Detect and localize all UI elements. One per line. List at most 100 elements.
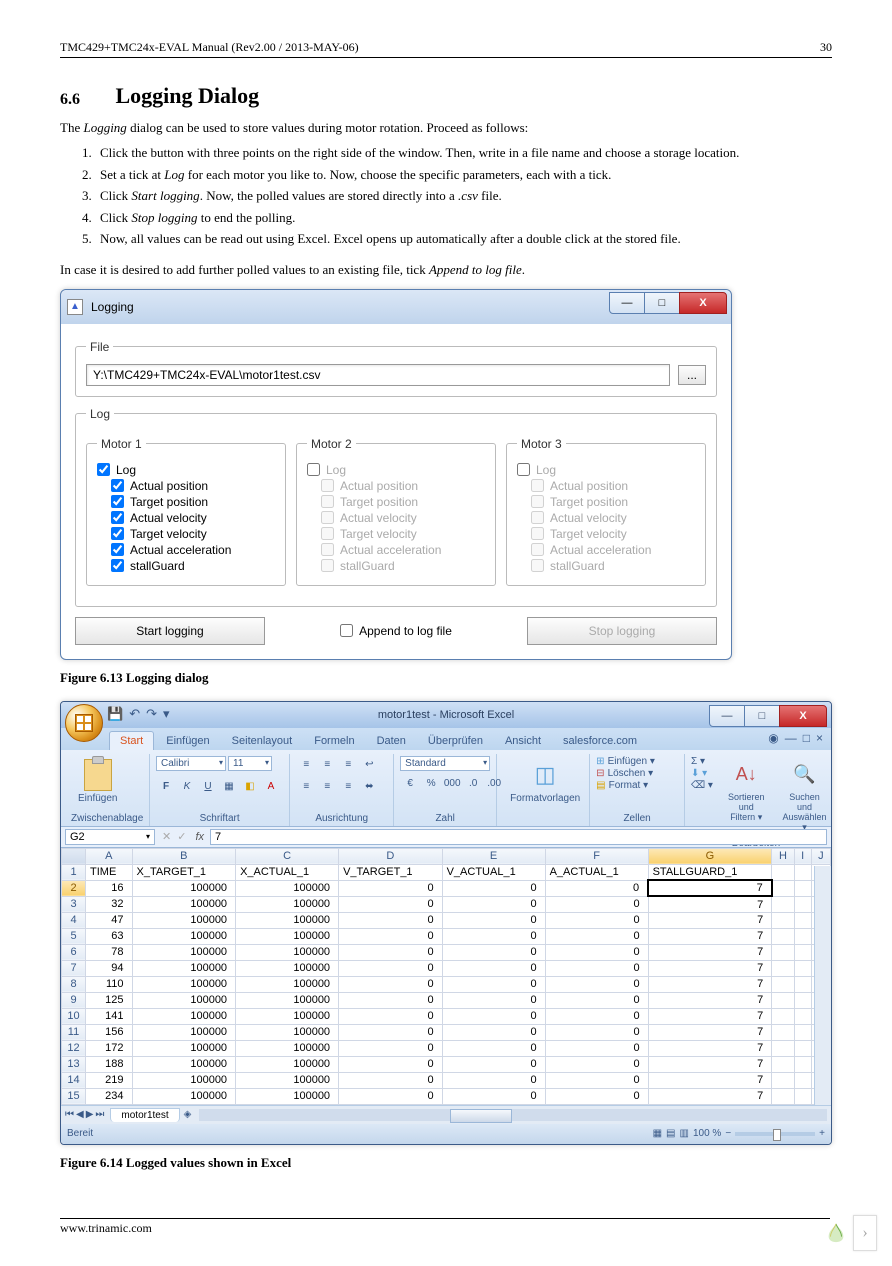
zoom-slider[interactable] [735, 1132, 815, 1136]
align-center-button[interactable]: ≡ [317, 778, 337, 796]
cell[interactable]: 100000 [132, 976, 236, 992]
cell[interactable]: 47 [86, 912, 133, 928]
cell[interactable]: 100000 [132, 1024, 236, 1040]
cell[interactable]: 100000 [236, 1008, 339, 1024]
sheet-nav-last-icon[interactable]: ⏭ [95, 1109, 104, 1120]
cell[interactable]: X_TARGET_1 [132, 864, 236, 880]
cell[interactable] [794, 880, 811, 896]
row-header[interactable]: 13 [62, 1056, 86, 1072]
col-header[interactable]: A [86, 848, 133, 864]
row-header[interactable]: 8 [62, 976, 86, 992]
col-header[interactable]: F [545, 848, 648, 864]
cell[interactable]: 188 [86, 1056, 133, 1072]
sheet-tab[interactable]: motor1test [110, 1108, 179, 1122]
col-header[interactable]: C [236, 848, 339, 864]
bold-button[interactable]: F [156, 778, 176, 796]
cell[interactable] [794, 928, 811, 944]
vertical-scrollbar[interactable] [814, 866, 831, 1105]
cell[interactable]: 0 [545, 1056, 648, 1072]
row-header[interactable]: 9 [62, 992, 86, 1008]
cell[interactable]: 0 [339, 960, 443, 976]
motor-1-param-checkbox[interactable]: Target velocity [111, 527, 275, 541]
cell[interactable]: 0 [339, 1072, 443, 1088]
maximize-button[interactable]: □ [644, 292, 680, 314]
cell[interactable]: 0 [442, 1056, 545, 1072]
fill-button[interactable]: ⬇ ▾ [691, 768, 713, 779]
zoom-level[interactable]: 100 % [693, 1128, 721, 1139]
border-button[interactable]: ▦ [219, 778, 239, 796]
cell[interactable]: 0 [545, 1008, 648, 1024]
redo-icon[interactable]: ↷ [146, 706, 157, 722]
cell[interactable] [794, 992, 811, 1008]
start-logging-button[interactable]: Start logging [75, 617, 265, 645]
cell[interactable]: 100000 [132, 896, 236, 912]
cell[interactable]: 0 [545, 896, 648, 912]
cell[interactable]: 0 [339, 1008, 443, 1024]
cell[interactable] [772, 1040, 794, 1056]
cell[interactable]: 0 [339, 1040, 443, 1056]
cell[interactable]: 156 [86, 1024, 133, 1040]
cell[interactable] [772, 1072, 794, 1088]
font-color-button[interactable]: A [261, 778, 281, 796]
cell[interactable]: TIME [86, 864, 133, 880]
motor-1-param-checkbox[interactable]: stallGuard [111, 559, 275, 573]
cell[interactable]: 0 [545, 880, 648, 896]
cell[interactable]: 7 [648, 1008, 772, 1024]
cell[interactable] [772, 896, 794, 912]
file-path-input[interactable]: Y:\TMC429+TMC24x-EVAL\motor1test.csv [86, 364, 670, 386]
view-normal-icon[interactable]: ▦ [653, 1128, 662, 1139]
stop-logging-button[interactable]: Stop logging [527, 617, 717, 645]
cell[interactable]: 32 [86, 896, 133, 912]
motor-1-param-checkbox[interactable]: Target position [111, 495, 275, 509]
cell[interactable]: 141 [86, 1008, 133, 1024]
cell[interactable] [794, 1088, 811, 1104]
cell[interactable]: 219 [86, 1072, 133, 1088]
cell[interactable]: 0 [545, 912, 648, 928]
view-layout-icon[interactable]: ▤ [666, 1128, 675, 1139]
cell[interactable]: 7 [648, 976, 772, 992]
cell[interactable]: 0 [442, 912, 545, 928]
col-header[interactable]: I [794, 848, 811, 864]
cell[interactable]: 100000 [236, 1040, 339, 1056]
thousands-button[interactable]: 000 [442, 775, 462, 793]
cell[interactable]: 100000 [132, 1056, 236, 1072]
ribbon-tab-einfügen[interactable]: Einfügen [156, 732, 219, 750]
cell[interactable]: 100000 [132, 1088, 236, 1104]
currency-button[interactable]: € [400, 775, 420, 793]
formula-bar[interactable]: 7 [210, 829, 827, 845]
wrap-button[interactable]: ↩ [359, 756, 379, 774]
row-header[interactable]: 15 [62, 1088, 86, 1104]
cell[interactable] [772, 992, 794, 1008]
sheet-nav-next-icon[interactable]: ▶ [86, 1109, 94, 1120]
ribbon-tab-ansicht[interactable]: Ansicht [495, 732, 551, 750]
browse-button[interactable]: ... [678, 365, 706, 385]
cell[interactable]: 100000 [132, 1072, 236, 1088]
cell[interactable]: 7 [648, 928, 772, 944]
cell[interactable]: 100000 [236, 1024, 339, 1040]
cell[interactable]: 0 [339, 912, 443, 928]
ribbon-tab-start[interactable]: Start [109, 731, 154, 750]
cell[interactable]: 78 [86, 944, 133, 960]
cell[interactable]: 100000 [236, 992, 339, 1008]
cancel-icon[interactable]: ✕ [159, 830, 174, 843]
cell[interactable]: A_ACTUAL_1 [545, 864, 648, 880]
cell[interactable]: 0 [339, 928, 443, 944]
cell[interactable] [794, 912, 811, 928]
cell[interactable]: 7 [648, 944, 772, 960]
motor-1-log-checkbox[interactable]: Log [97, 463, 275, 477]
styles-button[interactable]: ◫Formatvorlagen [503, 756, 587, 807]
cell[interactable] [772, 864, 794, 880]
cell[interactable]: 7 [648, 1024, 772, 1040]
cell[interactable] [794, 1072, 811, 1088]
paste-button[interactable]: Einfügen [71, 756, 124, 807]
horizontal-scrollbar[interactable] [199, 1109, 827, 1121]
format-cells-button[interactable]: ▤Format ▾ [596, 780, 655, 791]
cell[interactable] [794, 1040, 811, 1056]
row-header[interactable]: 3 [62, 896, 86, 912]
col-header[interactable]: H [772, 848, 794, 864]
cell[interactable]: 125 [86, 992, 133, 1008]
delete-cells-button[interactable]: ⊟Löschen ▾ [596, 768, 655, 779]
cell[interactable]: 0 [442, 944, 545, 960]
cell[interactable] [794, 864, 811, 880]
cell[interactable] [772, 944, 794, 960]
